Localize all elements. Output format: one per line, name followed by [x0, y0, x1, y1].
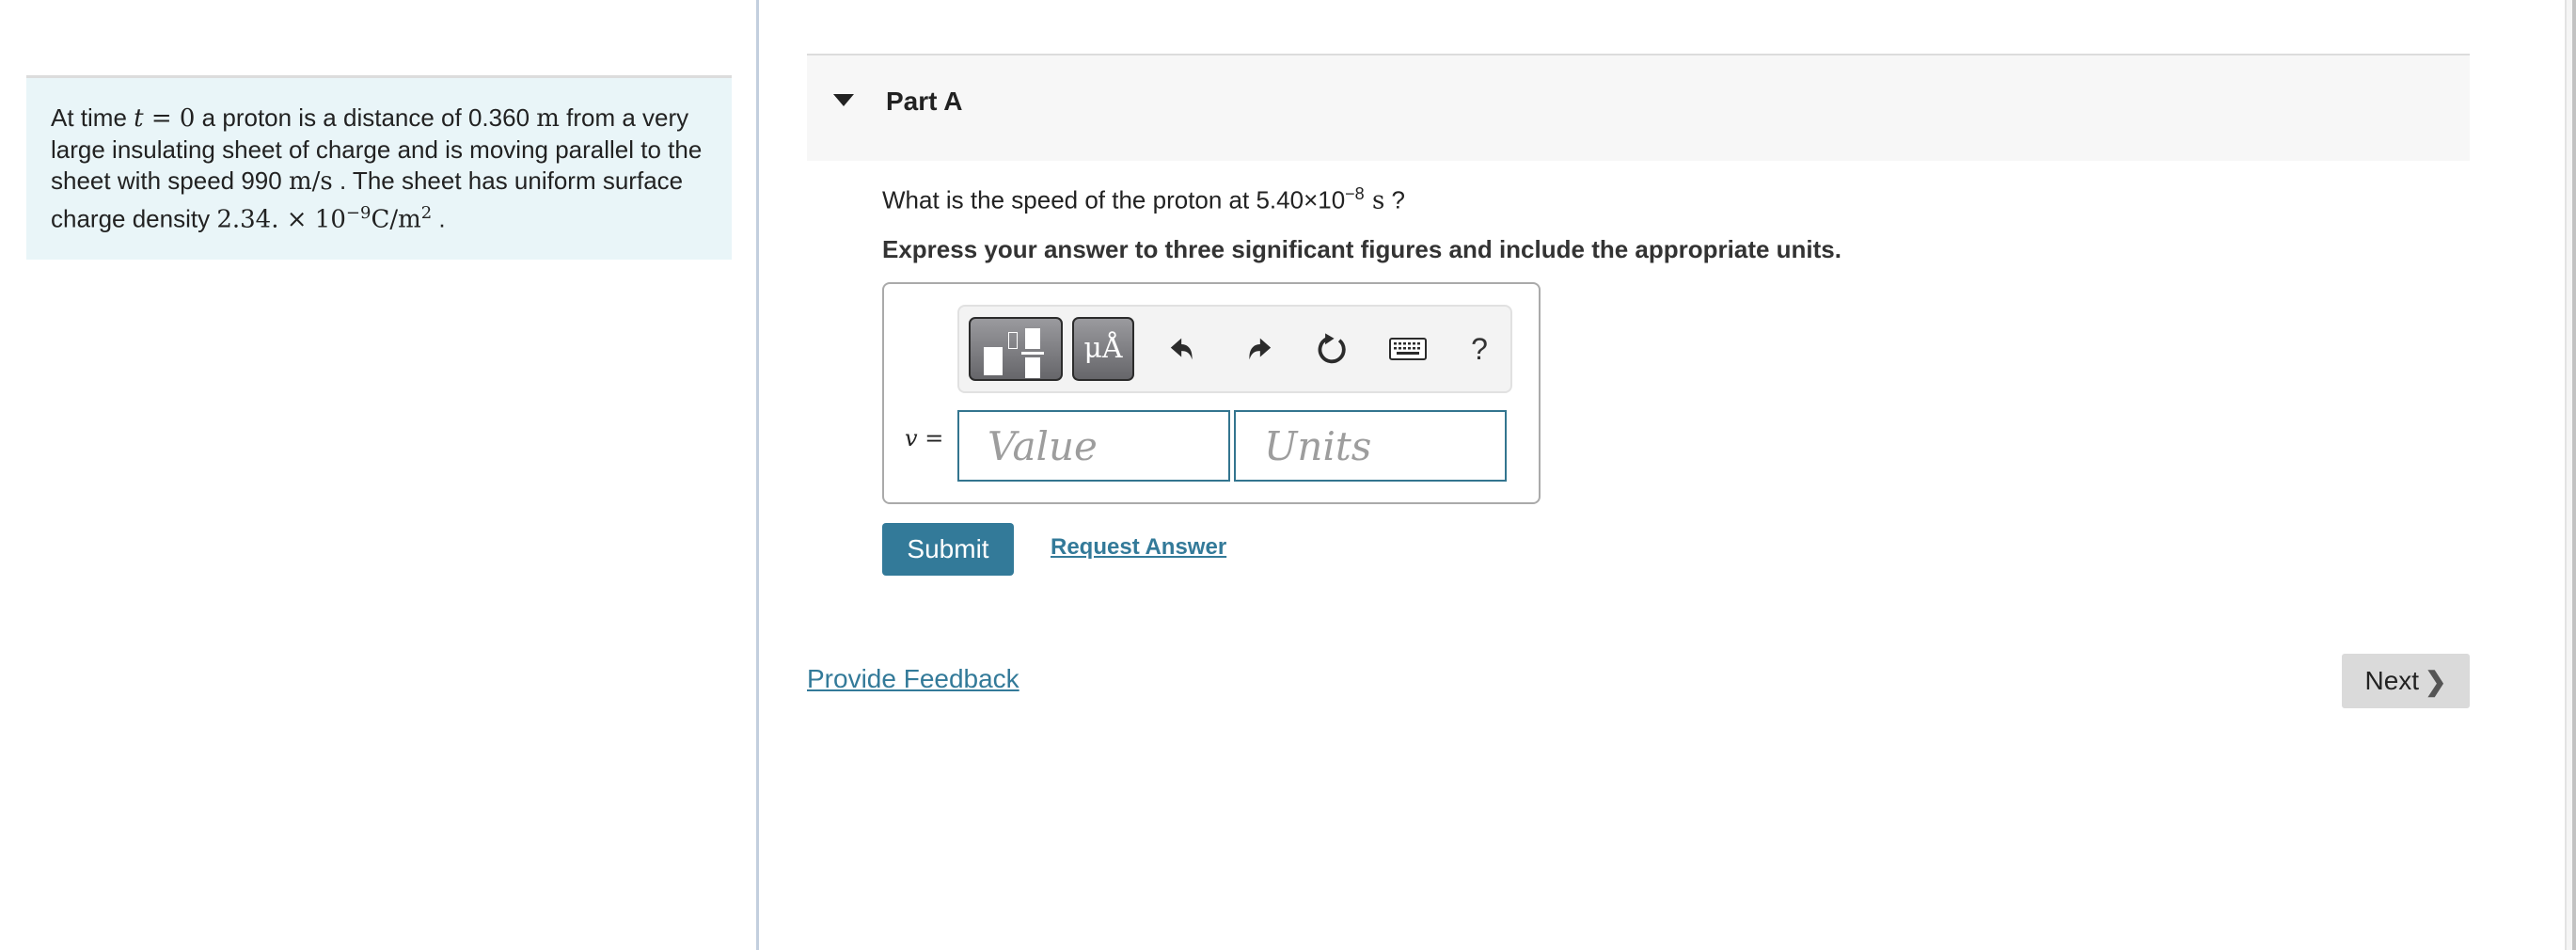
charge-density-unit-exponent: 2	[420, 203, 433, 223]
undo-icon	[1170, 338, 1193, 360]
next-button[interactable]: Next ❯	[2342, 654, 2470, 708]
part-a-header[interactable]: Part A	[807, 54, 2470, 161]
problem-statement: At time t = 0 a proton is a distance of …	[26, 75, 732, 260]
distance-unit: m	[536, 104, 560, 133]
time-variable: t	[134, 104, 144, 133]
panel-divider	[756, 0, 759, 950]
submit-button[interactable]: Submit	[882, 523, 1014, 576]
help-icon: ?	[1471, 331, 1488, 366]
units-icon: μÅ	[1083, 332, 1123, 365]
redo-icon	[1249, 338, 1272, 360]
value-input[interactable]	[957, 410, 1230, 482]
charge-density-value: 2.34. × 10	[216, 205, 346, 234]
question-prefix: What is the speed of the proton at 5.40×…	[882, 185, 1346, 214]
speed-unit: m/s	[288, 167, 333, 196]
undo-button[interactable]	[1161, 324, 1208, 374]
problem-text: At time	[51, 103, 134, 132]
redo-button[interactable]	[1234, 324, 1281, 374]
problem-text: a proton is a distance of 0.360	[195, 103, 537, 132]
question-suffix: ?	[1384, 185, 1405, 214]
charge-density-unit: C/m	[371, 205, 421, 234]
collapse-caret-icon[interactable]	[833, 94, 854, 106]
problem-text: .	[432, 204, 446, 233]
math-toolbar: μÅ ?	[957, 305, 1512, 393]
scrollbar-thumb[interactable]	[2572, 0, 2576, 950]
next-label: Next	[2364, 666, 2420, 695]
answer-instruction: Express your answer to three significant…	[882, 235, 1841, 263]
keyboard-button[interactable]	[1384, 324, 1431, 374]
keyboard-icon	[1389, 338, 1427, 360]
chevron-right-icon: ❯	[2425, 666, 2447, 696]
reset-button[interactable]	[1309, 324, 1356, 374]
part-title: Part A	[886, 87, 963, 116]
question-unit: s	[1364, 186, 1385, 215]
answer-box: μÅ ? v =	[882, 282, 1541, 504]
question-text: What is the speed of the proton at 5.40×…	[882, 184, 1405, 215]
units-button[interactable]: μÅ	[1072, 317, 1134, 381]
question-exponent: −8	[1345, 184, 1365, 203]
variable-label: v =	[905, 425, 944, 451]
provide-feedback-link[interactable]: Provide Feedback	[807, 664, 1019, 694]
request-answer-link[interactable]: Request Answer	[1051, 534, 1226, 561]
templates-button[interactable]	[969, 317, 1063, 381]
reset-icon	[1318, 333, 1346, 364]
units-input[interactable]	[1234, 410, 1507, 482]
charge-density-exponent: −9	[345, 203, 371, 223]
time-value: = 0	[143, 104, 196, 133]
help-button[interactable]: ?	[1456, 324, 1503, 374]
